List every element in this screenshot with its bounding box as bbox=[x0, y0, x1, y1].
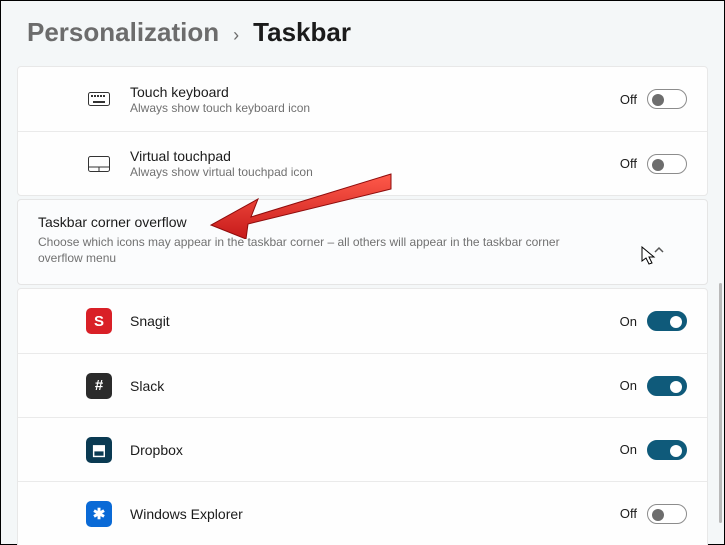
virtual-touchpad-state: Off bbox=[620, 156, 637, 171]
breadcrumb: Personalization › Taskbar bbox=[27, 17, 708, 48]
taskbar-corner-icons-card: Touch keyboard Always show touch keyboar… bbox=[17, 66, 708, 196]
windows-explorer-label: Windows Explorer bbox=[130, 506, 243, 522]
touch-keyboard-toggle[interactable] bbox=[647, 89, 687, 109]
touchpad-icon bbox=[86, 151, 112, 177]
chevron-right-icon: › bbox=[233, 25, 239, 46]
virtual-touchpad-sub: Always show virtual touchpad icon bbox=[130, 165, 313, 179]
dropbox-toggle[interactable] bbox=[647, 440, 687, 460]
touch-keyboard-sub: Always show touch keyboard icon bbox=[130, 101, 310, 115]
bluetooth-icon: ✱ bbox=[86, 501, 112, 527]
overflow-section-sub: Choose which icons may appear in the tas… bbox=[38, 234, 598, 266]
keyboard-icon bbox=[86, 86, 112, 112]
slack-label: Slack bbox=[130, 378, 164, 394]
virtual-touchpad-title: Virtual touchpad bbox=[130, 148, 313, 164]
snagit-icon: S bbox=[86, 308, 112, 334]
dropbox-icon: ⬒ bbox=[86, 437, 112, 463]
windows-explorer-state: Off bbox=[620, 506, 637, 521]
overflow-app-windows-explorer: ✱ Windows Explorer Off bbox=[18, 481, 707, 545]
dropbox-label: Dropbox bbox=[130, 442, 183, 458]
chevron-up-icon[interactable] bbox=[653, 244, 665, 259]
taskbar-corner-overflow-header[interactable]: Taskbar corner overflow Choose which ico… bbox=[17, 199, 708, 285]
virtual-touchpad-toggle[interactable] bbox=[647, 154, 687, 174]
touch-keyboard-state: Off bbox=[620, 92, 637, 107]
windows-explorer-toggle[interactable] bbox=[647, 504, 687, 524]
touch-keyboard-title: Touch keyboard bbox=[130, 84, 310, 100]
snagit-label: Snagit bbox=[130, 313, 170, 329]
breadcrumb-current: Taskbar bbox=[253, 17, 351, 48]
overflow-app-slack: # Slack On bbox=[18, 353, 707, 417]
virtual-touchpad-row: Virtual touchpad Always show virtual tou… bbox=[18, 131, 707, 195]
slack-icon: # bbox=[86, 373, 112, 399]
snagit-state: On bbox=[620, 314, 637, 329]
scrollbar[interactable] bbox=[719, 283, 722, 523]
slack-state: On bbox=[620, 378, 637, 393]
touch-keyboard-row: Touch keyboard Always show touch keyboar… bbox=[18, 67, 707, 131]
breadcrumb-parent[interactable]: Personalization bbox=[27, 17, 219, 48]
overflow-apps-card: S Snagit On # Slack On ⬒ Dropbox On ✱ bbox=[17, 288, 708, 545]
overflow-app-snagit: S Snagit On bbox=[18, 289, 707, 353]
snagit-toggle[interactable] bbox=[647, 311, 687, 331]
slack-toggle[interactable] bbox=[647, 376, 687, 396]
overflow-section-title: Taskbar corner overflow bbox=[38, 214, 687, 230]
dropbox-state: On bbox=[620, 442, 637, 457]
overflow-app-dropbox: ⬒ Dropbox On bbox=[18, 417, 707, 481]
